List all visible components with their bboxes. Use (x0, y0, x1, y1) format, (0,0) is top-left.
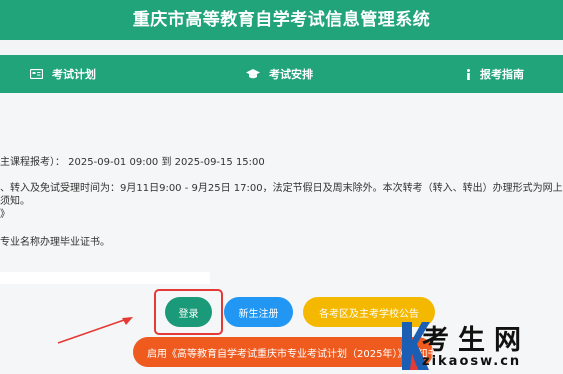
watermark-domain: zikaosw.cn (422, 354, 522, 369)
calendar-icon (30, 69, 43, 79)
plan-notice-button[interactable]: 启用《高等教育自学考试重庆市专业考试计划（2025年）》告知书 (133, 337, 433, 367)
header-bar: 重庆市高等教育自学考试信息管理系统 (0, 0, 563, 40)
graduation-cap-icon (246, 69, 260, 79)
notice-line-registration-time: 主课程报考）： 2025-09-01 09:00 到 2025-09-15 15… (0, 157, 265, 168)
panel-edge (0, 272, 210, 284)
site-title: 重庆市高等教育自学考试信息管理系统 (132, 10, 431, 30)
nav-label: 考试安排 (269, 68, 313, 81)
info-icon (466, 68, 471, 80)
notice-line-certificate: 专业名称办理毕业证书。 (0, 237, 110, 248)
header-strip (0, 40, 563, 55)
main-nav: 考试计划 考试安排 报考指南 (0, 55, 563, 93)
watermark-text: 考生网 (422, 325, 530, 356)
nav-item-exam-schedule[interactable]: 考试安排 (246, 55, 313, 93)
pointer-arrow (57, 317, 133, 344)
register-button[interactable]: 新生注册 (224, 297, 293, 327)
notice-line-bracket: 》 (0, 209, 10, 220)
nav-item-exam-plan[interactable]: 考试计划 (30, 55, 96, 93)
nav-label: 报考指南 (480, 68, 524, 81)
nav-item-exam-guide[interactable]: 报考指南 (466, 55, 524, 93)
notice-line-transfer-time: 、转入及免试受理时间为：9月11日9:00 - 9月25日 17:00，法定节假… (0, 183, 563, 194)
nav-label: 考试计划 (52, 68, 96, 81)
login-button[interactable]: 登录 (165, 297, 212, 327)
